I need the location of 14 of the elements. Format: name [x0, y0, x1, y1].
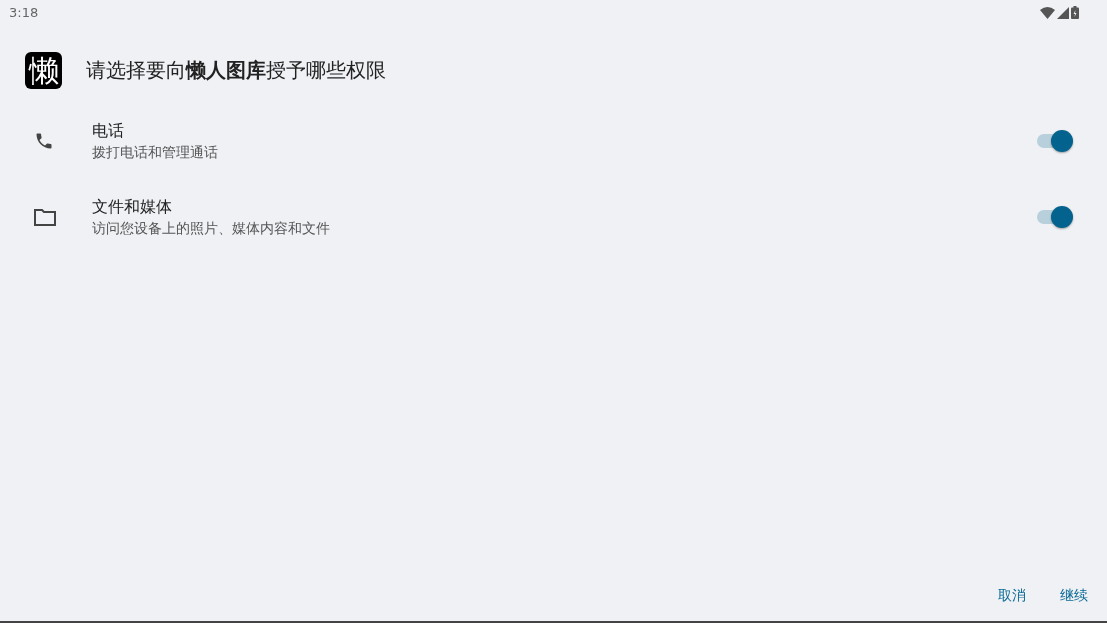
permission-name: 电话	[92, 120, 125, 142]
cancel-button[interactable]: 取消	[987, 581, 1037, 611]
permission-description: 访问您设备上的照片、媒体内容和文件	[92, 219, 331, 238]
dialog-title: 请选择要向懒人图库授予哪些权限	[86, 56, 386, 84]
clock-time: 3:18	[9, 5, 39, 20]
continue-button[interactable]: 继续	[1049, 581, 1099, 611]
permission-name: 文件和媒体	[92, 196, 173, 218]
phone-icon	[34, 131, 54, 151]
battery-icon	[1071, 6, 1079, 19]
app-logo: 懒	[25, 51, 62, 89]
signal-icon	[1057, 6, 1069, 19]
permission-description: 拨打电话和管理通话	[92, 143, 219, 162]
wifi-icon	[1040, 6, 1055, 19]
folder-icon	[34, 208, 56, 226]
